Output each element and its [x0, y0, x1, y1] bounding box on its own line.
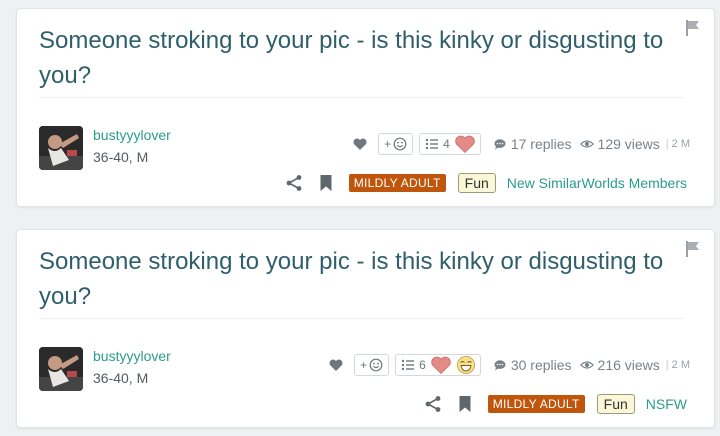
maturity-tag[interactable]: MILDLY ADULT	[487, 395, 585, 413]
reactions-list-button[interactable]: 6	[395, 354, 481, 376]
replies-count[interactable]: 17 replies	[493, 136, 572, 152]
reaction-count: 4	[443, 137, 450, 151]
smiley-icon	[393, 137, 407, 151]
share-icon[interactable]	[285, 174, 303, 192]
post-tags: MILDLY ADULT Fun NSFW	[424, 392, 687, 416]
replies-label: 30 replies	[510, 357, 572, 373]
speech-bubble-icon	[494, 139, 506, 150]
list-icon	[401, 359, 415, 371]
flag-icon[interactable]	[684, 240, 702, 258]
views-count: 129 views	[579, 136, 660, 152]
author-name[interactable]: bustyyylover	[93, 348, 171, 364]
add-reaction-label: +	[384, 137, 392, 151]
add-reaction-button[interactable]: +	[378, 133, 414, 155]
category-tag[interactable]: Fun	[596, 394, 635, 414]
flag-icon[interactable]	[684, 19, 702, 37]
author-age-gender: 36-40, M	[93, 149, 149, 165]
author-name[interactable]: bustyyylover	[93, 127, 171, 143]
heart-reaction-icon	[455, 135, 475, 154]
bookmark-icon[interactable]	[317, 174, 335, 192]
smiley-icon	[369, 358, 383, 372]
maturity-tag[interactable]: MILDLY ADULT	[348, 174, 446, 192]
question-card: Someone stroking to your pic - is this k…	[16, 8, 715, 207]
avatar[interactable]	[39, 126, 83, 170]
eye-icon	[579, 140, 594, 148]
add-reaction-label: +	[360, 358, 368, 372]
group-link[interactable]: New SimilarWorlds Members	[507, 175, 687, 191]
replies-label: 17 replies	[510, 136, 572, 152]
reactions-list-button[interactable]: 4	[419, 133, 481, 155]
divider	[39, 318, 684, 319]
post-tags: MILDLY ADULT Fun New SimilarWorlds Membe…	[285, 171, 687, 195]
views-label: 129 views	[597, 136, 660, 152]
views-count: 216 views	[579, 357, 660, 373]
post-age: | 2 M	[665, 138, 690, 150]
group-link[interactable]: NSFW	[646, 396, 687, 412]
post-age-label: 2 M	[671, 359, 690, 371]
post-stats: + 6 30 replies 216 views | 2 M	[328, 353, 690, 377]
list-icon	[425, 138, 439, 150]
question-title[interactable]: Someone stroking to your pic - is this k…	[39, 23, 679, 93]
post-age-label: 2 M	[671, 138, 690, 150]
post-age: | 2 M	[665, 359, 690, 371]
speech-bubble-icon	[494, 360, 506, 371]
bookmark-icon[interactable]	[456, 395, 474, 413]
avatar[interactable]	[39, 347, 83, 391]
divider	[39, 97, 684, 98]
heart-reaction-icon	[431, 356, 451, 375]
author-age-gender: 36-40, M	[93, 370, 149, 386]
category-tag[interactable]: Fun	[457, 173, 496, 193]
views-label: 216 views	[597, 357, 660, 373]
add-reaction-button[interactable]: +	[354, 354, 390, 376]
like-heart-icon[interactable]	[352, 136, 368, 152]
post-stats: + 4 17 replies 129 views | 2 M	[352, 132, 690, 156]
laughing-face-reaction-icon	[456, 355, 475, 375]
share-icon[interactable]	[424, 395, 442, 413]
question-title[interactable]: Someone stroking to your pic - is this k…	[39, 244, 679, 314]
question-card: Someone stroking to your pic - is this k…	[16, 229, 715, 428]
like-heart-icon[interactable]	[328, 357, 344, 373]
reaction-count: 6	[419, 358, 426, 372]
replies-count[interactable]: 30 replies	[493, 357, 572, 373]
eye-icon	[579, 361, 594, 369]
